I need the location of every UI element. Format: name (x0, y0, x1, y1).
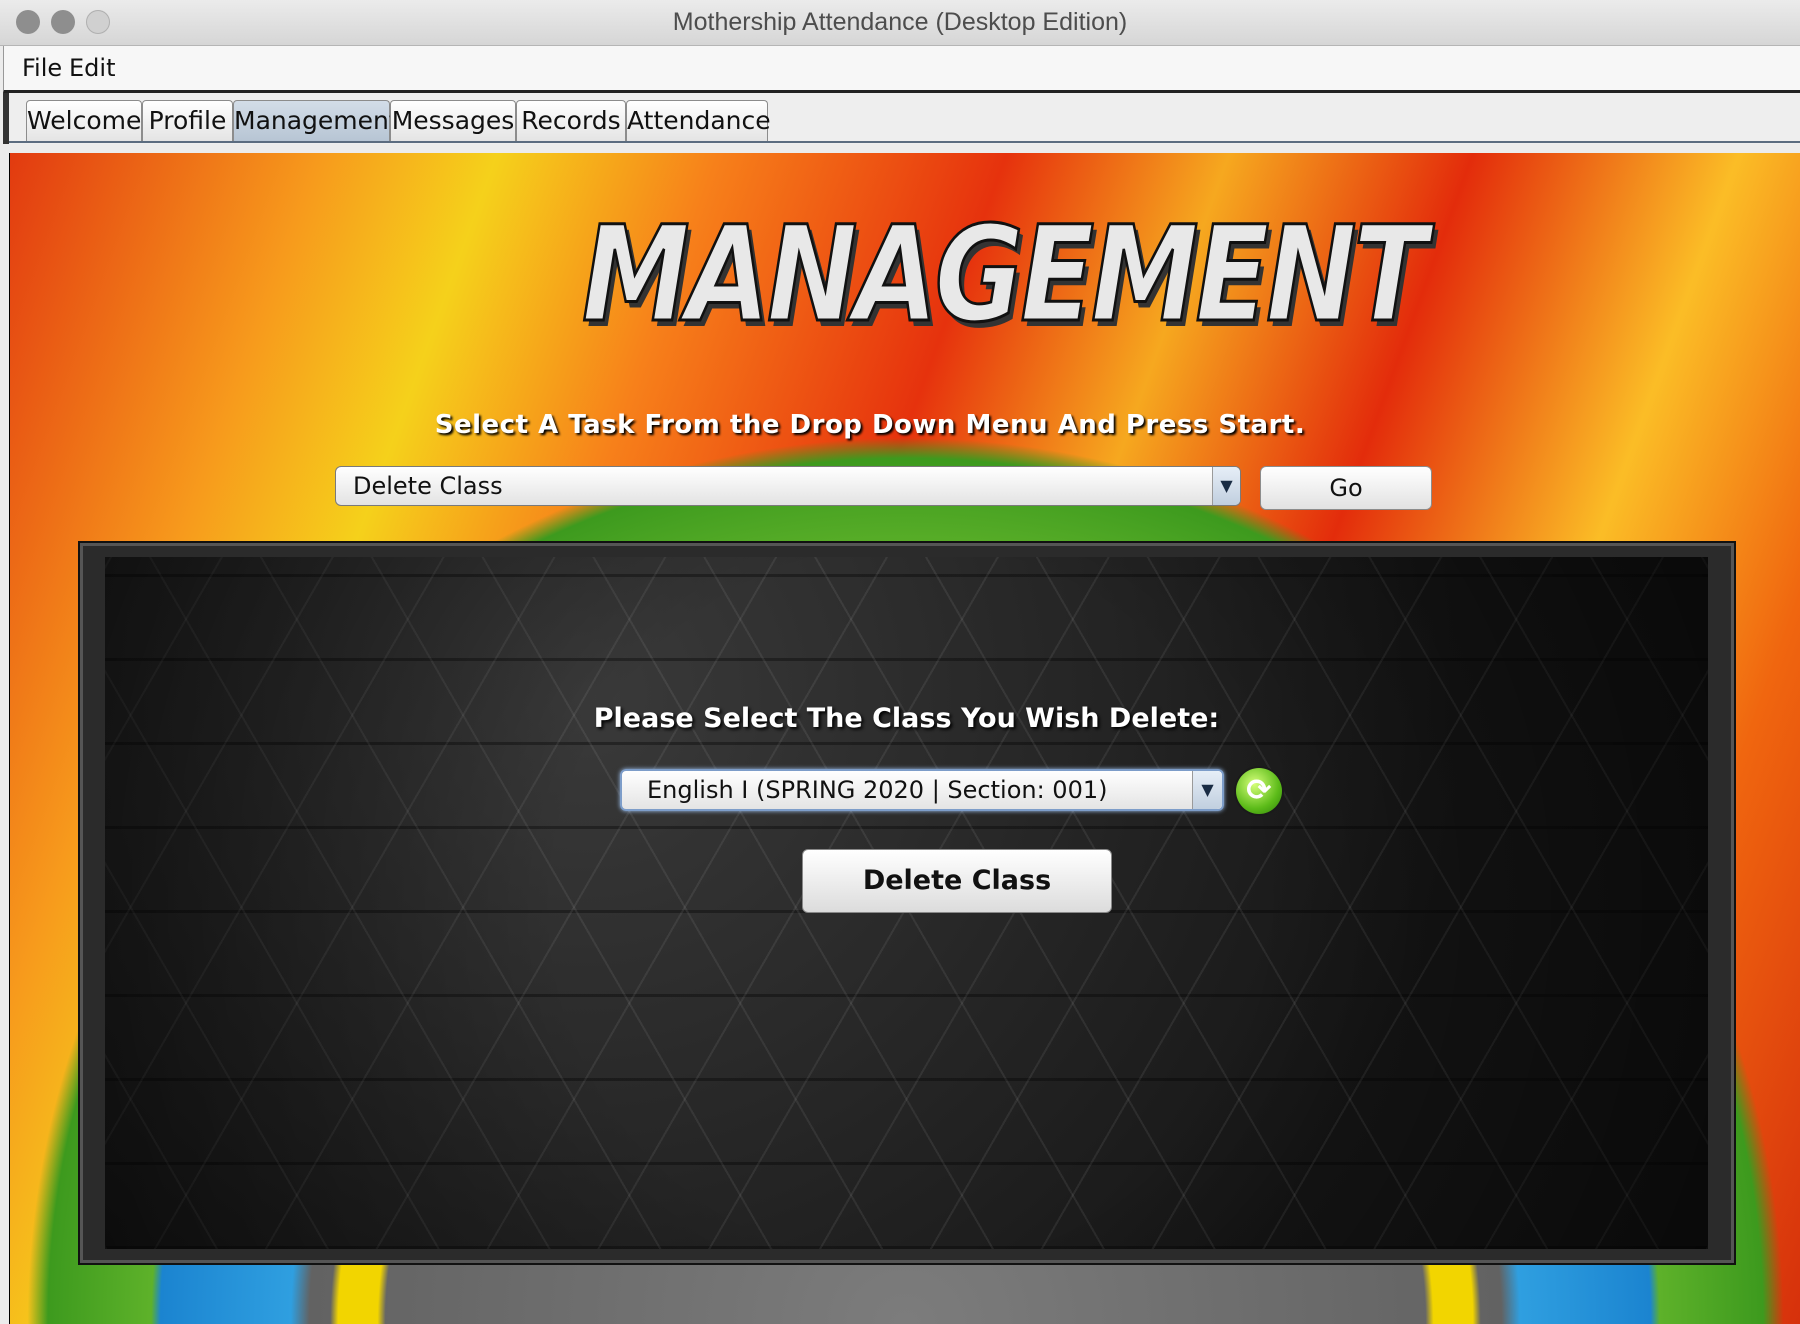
class-dropdown[interactable]: English I (SPRING 2020 | Section: 001) ▼ (620, 769, 1224, 811)
triangle-down-icon[interactable]: ▼ (1212, 467, 1240, 505)
task-dropdown[interactable]: Delete Class ▼ (335, 466, 1241, 506)
tab-management[interactable]: Management (233, 100, 399, 141)
window-titlebar: Mothership Attendance (Desktop Edition) (0, 0, 1800, 46)
go-button[interactable]: Go (1260, 466, 1432, 510)
tab-underline (9, 141, 1800, 143)
management-logo: MANAGEMENT (581, 197, 1429, 354)
delete-class-panel-frame: Please Select The Class You Wish Delete:… (78, 541, 1736, 1265)
menu-edit[interactable]: Edit (69, 50, 115, 86)
management-page: MANAGEMENT Select A Task From the Drop D… (9, 153, 1800, 1324)
tab-strip: Welcome Profile Management Messages Reco… (3, 93, 1800, 144)
triangle-down-icon[interactable]: ▼ (1192, 771, 1222, 809)
tab-profile[interactable]: Profile (142, 100, 233, 141)
refresh-icon[interactable]: ⟳ (1236, 768, 1282, 814)
window-title: Mothership Attendance (Desktop Edition) (672, 8, 1128, 36)
tab-messages[interactable]: Messages (390, 100, 516, 141)
delete-class-panel: Please Select The Class You Wish Delete:… (105, 557, 1708, 1249)
task-instruction: Select A Task From the Drop Down Menu An… (434, 410, 1306, 440)
menu-bar: File Edit (3, 46, 1800, 93)
tab-records[interactable]: Records (516, 100, 626, 141)
delete-class-button[interactable]: Delete Class (802, 849, 1112, 913)
delete-class-prompt: Please Select The Class You Wish Delete: (593, 703, 1220, 734)
class-dropdown-value: English I (SPRING 2020 | Section: 001) (647, 776, 1108, 804)
menu-file[interactable]: File (22, 50, 62, 86)
tab-attendance[interactable]: Attendance (626, 100, 771, 141)
task-dropdown-value: Delete Class (353, 472, 503, 500)
tab-welcome[interactable]: Welcome (26, 100, 142, 141)
